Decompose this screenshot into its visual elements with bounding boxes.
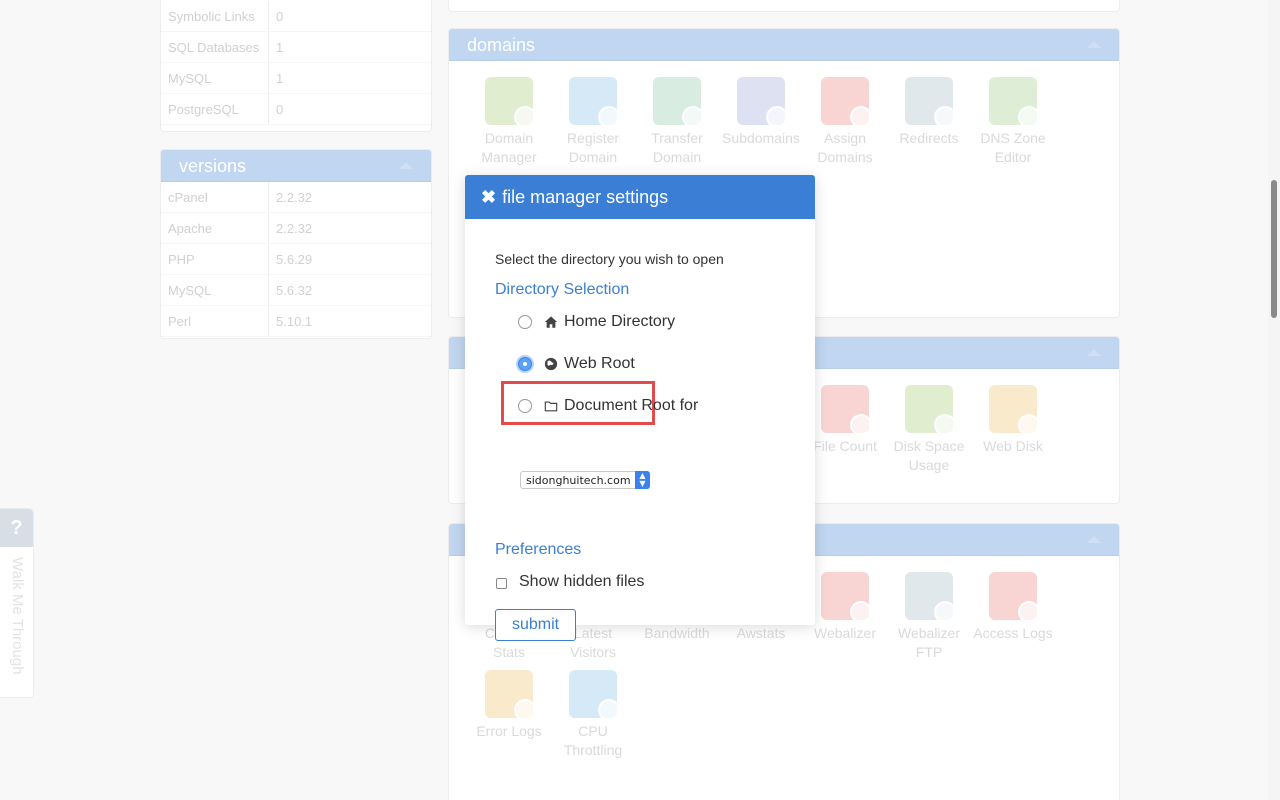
domain-select-value: sidonghuitech.com	[526, 474, 631, 487]
directory-selection-title: Directory Selection	[495, 281, 630, 298]
select-arrows-icon: ▲ ▼	[635, 471, 650, 489]
folder-icon	[544, 401, 558, 412]
home-directory-label: Home Directory	[564, 313, 676, 330]
show-hidden-label[interactable]: Show hidden files	[519, 573, 644, 591]
web-root-radio[interactable]	[518, 357, 532, 371]
page-scrollbar[interactable]	[1268, 0, 1280, 800]
dialog-title: file manager settings	[502, 186, 669, 207]
dialog-intro: Select the directory you wish to open	[495, 251, 724, 267]
preferences-title: Preferences	[495, 541, 582, 558]
document-root-label: Document Root for	[564, 397, 699, 414]
dialog-body: Select the directory you wish to open Di…	[465, 219, 815, 641]
scrollbar-thumb[interactable]	[1271, 180, 1277, 318]
file-manager-settings-dialog: ✖ file manager settings Select the direc…	[465, 175, 815, 641]
document-root-option[interactable]: Document Root for	[518, 397, 698, 415]
close-icon[interactable]: ✖	[481, 187, 496, 208]
home-icon	[544, 316, 558, 328]
submit-button[interactable]: submit	[495, 609, 576, 641]
web-root-option[interactable]: Web Root	[518, 355, 635, 373]
web-root-label: Web Root	[564, 355, 635, 372]
show-hidden-checkbox[interactable]	[496, 578, 507, 589]
globe-icon	[544, 357, 558, 371]
document-root-radio[interactable]	[518, 399, 532, 413]
home-directory-radio[interactable]	[518, 315, 532, 329]
domain-select[interactable]: sidonghuitech.com ▲ ▼	[520, 471, 650, 489]
home-directory-option[interactable]: Home Directory	[518, 313, 675, 331]
dialog-header: ✖ file manager settings	[465, 175, 815, 219]
